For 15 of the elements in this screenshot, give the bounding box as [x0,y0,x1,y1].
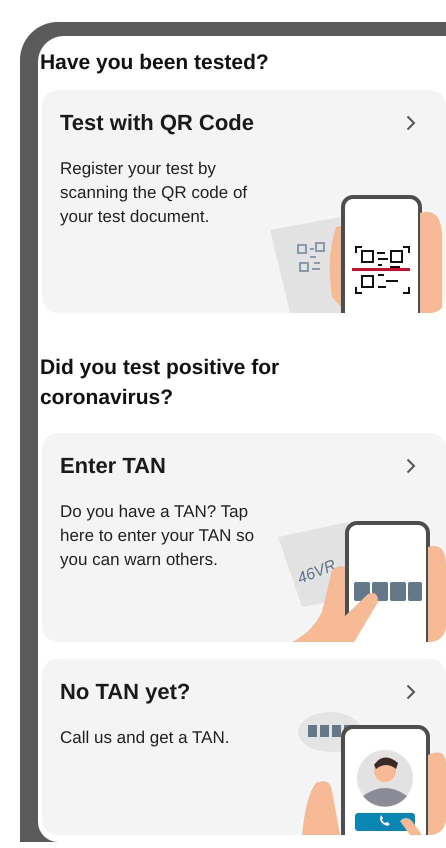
code-text: 46VR [295,556,339,588]
card-description: Register your test by scanning the QR code of your test document. [60,158,248,228]
section-heading: Have you been tested? [40,50,270,76]
card-title: Enter TAN [60,453,166,479]
card-description: Call us and get a TAN. [60,727,230,749]
card-description: Do you have a TAN? Tap here to enter your TAN so you can warn others. [60,501,256,571]
chevron-right-icon [406,684,416,700]
card-title: No TAN yet? [60,679,190,705]
action-card[interactable]: Enter TAN Do you have a TAN? Tap here to enter your TAN so you can warn others. 46VR [42,433,446,642]
action-card[interactable]: Test with QR Code Register your test by scanning the QR code of your test document. [42,90,446,313]
chevron-right-icon [406,458,416,474]
action-card[interactable]: No TAN yet? Call us and get a TAN. [42,659,446,835]
card-title: Test with QR Code [60,110,254,136]
section-heading: Did you test positive for coronavirus? [40,355,280,411]
chevron-right-icon [406,115,416,131]
